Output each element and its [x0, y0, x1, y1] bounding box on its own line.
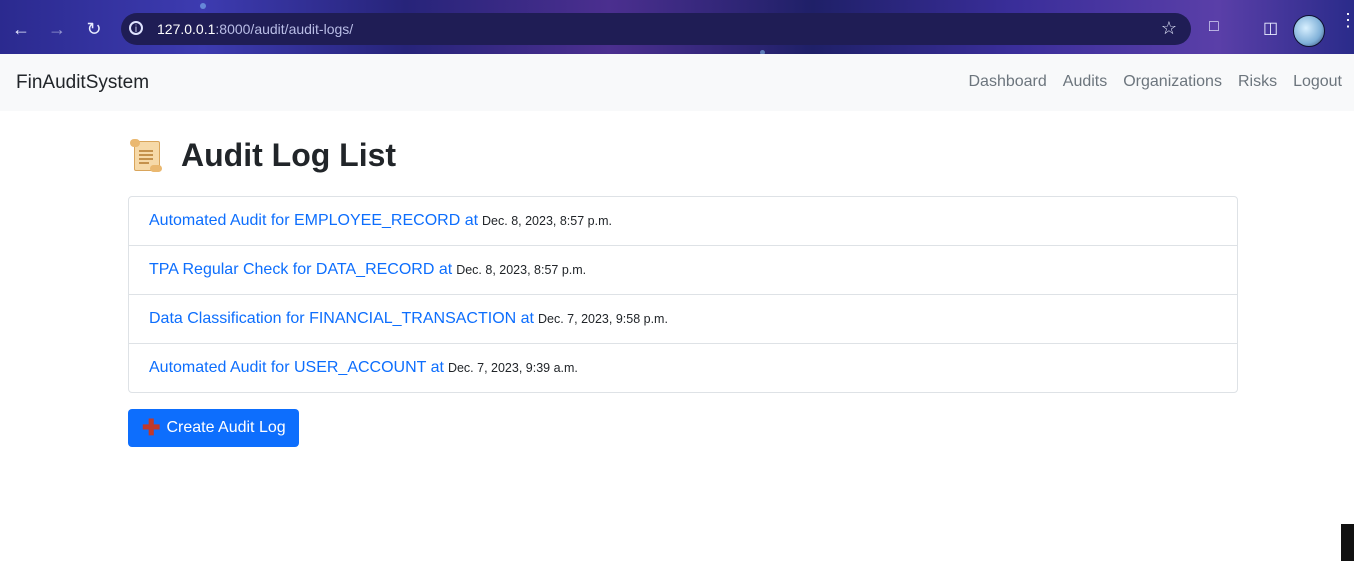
audit-log-timestamp: Dec. 8, 2023, 8:57 p.m.: [456, 263, 587, 277]
brand-logo-text[interactable]: FinAuditSystem: [16, 72, 149, 94]
list-item: TPA Regular Check for DATA_RECORD at Dec…: [129, 246, 1237, 295]
url-path: :8000/audit/audit-logs/: [215, 21, 354, 37]
bookmark-star-icon[interactable]: ☆: [1161, 18, 1177, 39]
audit-log-timestamp: Dec. 7, 2023, 9:58 p.m.: [538, 312, 668, 326]
url-text: 127.0.0.1:8000/audit/audit-logs/: [157, 21, 353, 37]
create-audit-log-label: Create Audit Log: [166, 419, 286, 436]
nav-link-audits[interactable]: Audits: [1063, 73, 1107, 91]
create-audit-log-button[interactable]: ✚ Create Audit Log: [128, 409, 299, 447]
forward-arrow-icon[interactable]: →: [46, 18, 68, 40]
plus-icon: ✚: [142, 415, 161, 440]
list-item: Automated Audit for USER_ACCOUNT at Dec.…: [129, 344, 1237, 392]
browser-toolbar: ← → ↻ i 127.0.0.1:8000/audit/audit-logs/…: [0, 0, 1354, 55]
address-bar[interactable]: i 127.0.0.1:8000/audit/audit-logs/ ☆: [121, 13, 1191, 45]
reload-icon[interactable]: ↻: [83, 18, 105, 40]
list-item: Automated Audit for EMPLOYEE_RECORD at D…: [129, 197, 1237, 246]
nav-link-logout[interactable]: Logout: [1293, 73, 1342, 91]
page-title-text: Audit Log List: [181, 136, 397, 173]
audit-log-link[interactable]: Data Classification for FINANCIAL_TRANSA…: [149, 310, 534, 328]
scroll-icon: [128, 138, 164, 172]
audit-log-list: Automated Audit for EMPLOYEE_RECORD at D…: [128, 196, 1238, 393]
extensions-icon[interactable]: □: [1209, 18, 1219, 36]
site-info-icon[interactable]: i: [129, 21, 143, 35]
floating-widget-icon[interactable]: [1341, 524, 1354, 561]
nav-link-dashboard[interactable]: Dashboard: [968, 73, 1046, 91]
background-decoration: [200, 3, 206, 9]
nav-link-risks[interactable]: Risks: [1238, 73, 1277, 91]
nav-links: Dashboard Audits Organizations Risks Log…: [952, 73, 1342, 91]
profile-avatar[interactable]: [1293, 15, 1325, 47]
nav-link-organizations[interactable]: Organizations: [1123, 73, 1222, 91]
back-arrow-icon[interactable]: ←: [10, 18, 32, 40]
audit-log-link[interactable]: TPA Regular Check for DATA_RECORD at: [149, 261, 452, 279]
side-panel-icon[interactable]: ◫: [1263, 18, 1278, 38]
audit-log-timestamp: Dec. 7, 2023, 9:39 a.m.: [447, 361, 578, 375]
list-item: Data Classification for FINANCIAL_TRANSA…: [129, 295, 1237, 344]
browser-menu-icon[interactable]: ⋮: [1339, 11, 1354, 29]
url-host: 127.0.0.1: [157, 21, 216, 37]
app-navbar: FinAuditSystem Dashboard Audits Organiza…: [0, 54, 1354, 111]
audit-log-link[interactable]: Automated Audit for USER_ACCOUNT at: [149, 359, 444, 377]
audit-log-link[interactable]: Automated Audit for EMPLOYEE_RECORD at: [149, 212, 478, 230]
page-title: Audit Log List: [128, 135, 396, 175]
audit-log-timestamp: Dec. 8, 2023, 8:57 p.m.: [482, 214, 612, 228]
